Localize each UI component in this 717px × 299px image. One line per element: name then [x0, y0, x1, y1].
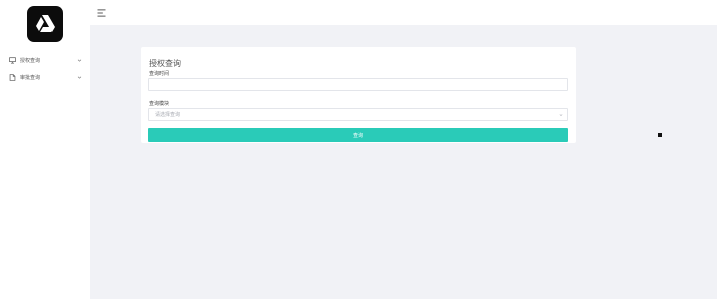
- sidebar-item-label: 审批查询: [20, 75, 41, 81]
- hamburger-icon[interactable]: [96, 8, 106, 18]
- query-card: 授权查询 查询时间 查询模块 请选择查询 查询: [141, 47, 576, 143]
- chevron-down-icon: [76, 58, 82, 64]
- time-label: 查询时间: [149, 71, 170, 77]
- module-label: 查询模块: [149, 101, 170, 107]
- sidebar-menu: 授权查询 审批查询: [0, 52, 90, 86]
- monitor-icon: [8, 57, 16, 65]
- logo-area: [0, 0, 90, 48]
- query-button[interactable]: 查询: [148, 128, 568, 142]
- sidebar-item-label: 授权查询: [20, 58, 41, 64]
- module-select-placeholder: 请选择查询: [155, 112, 181, 118]
- app-logo[interactable]: [27, 6, 63, 42]
- time-input[interactable]: [148, 78, 568, 91]
- sidebar-item-approval-query[interactable]: 审批查询: [0, 69, 90, 86]
- sidebar: 授权查询 审批查询: [0, 0, 90, 299]
- top-bar: [90, 0, 717, 25]
- module-select[interactable]: 请选择查询: [148, 108, 568, 121]
- chevron-down-icon: [76, 75, 82, 81]
- drive-triangle-icon: [36, 15, 55, 32]
- sidebar-item-auth-query[interactable]: 授权查询: [0, 52, 90, 69]
- document-icon: [8, 74, 16, 82]
- card-title: 授权查询: [149, 59, 181, 68]
- chevron-down-icon: [557, 113, 565, 117]
- cursor-mark: [658, 133, 662, 137]
